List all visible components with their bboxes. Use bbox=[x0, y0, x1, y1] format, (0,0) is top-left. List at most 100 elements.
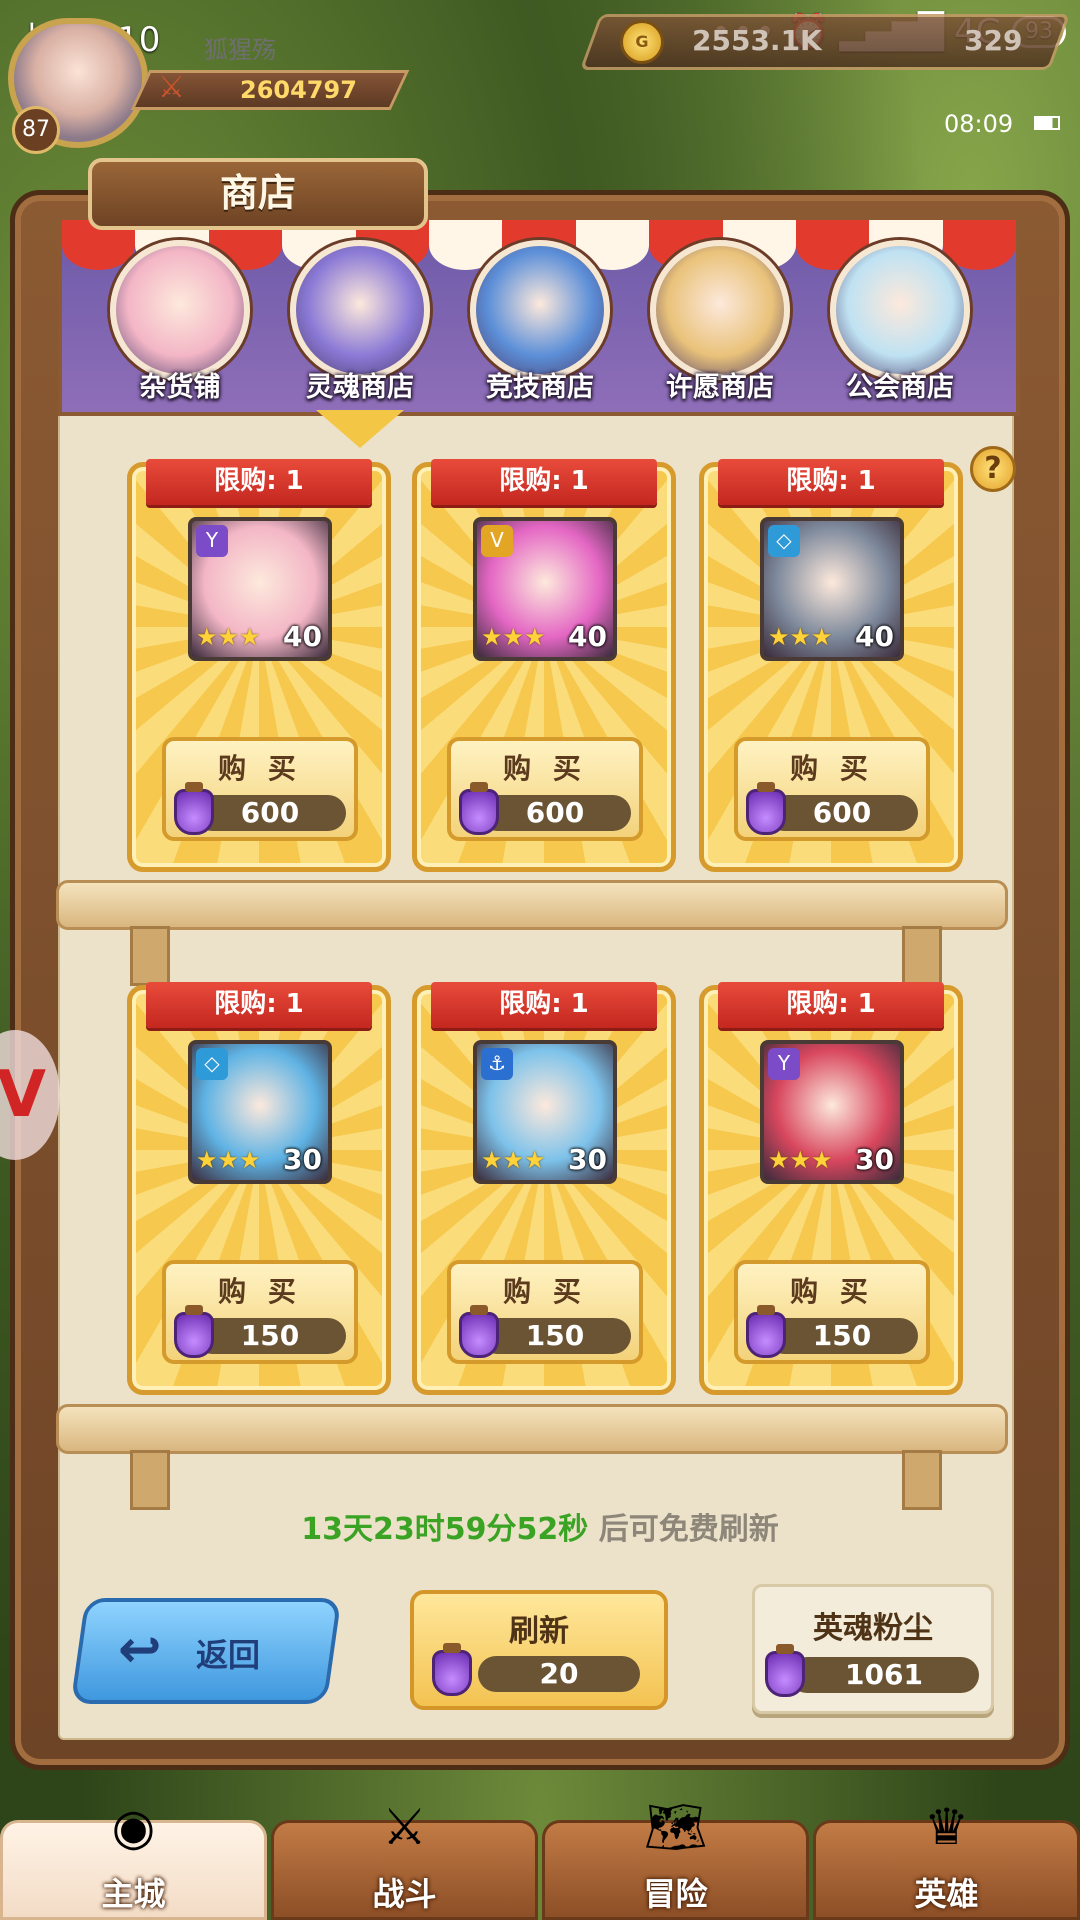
shop-tab-label: 杂货铺 bbox=[139, 372, 221, 403]
faction-icon: Y bbox=[196, 525, 228, 557]
game-clock: 08:09 bbox=[944, 110, 1014, 138]
shop-keeper-portrait bbox=[290, 240, 430, 380]
shop-title: 商店 bbox=[88, 158, 428, 230]
buy-button[interactable]: 购 买 150 bbox=[734, 1260, 930, 1364]
crossed-swords-icon: ⚔ bbox=[158, 70, 185, 105]
hero-portrait[interactable]: V ★★★ 40 bbox=[473, 517, 617, 661]
hero-portrait[interactable]: ⚓ ★★★ 30 bbox=[473, 1040, 617, 1184]
refresh-button[interactable]: 刷新 20 bbox=[410, 1590, 668, 1710]
hero-portrait[interactable]: ◇ ★★★ 40 bbox=[760, 517, 904, 661]
back-button-label: 返回 bbox=[196, 1636, 261, 1674]
nav-label: 冒险 bbox=[643, 1875, 708, 1913]
bottom-nav: ◉ 主城 ⚔ 战斗 🗺 冒险 ♛ 英雄 bbox=[0, 1798, 1080, 1920]
hero-level: 30 bbox=[283, 1143, 322, 1176]
buy-label: 购 买 bbox=[503, 1275, 587, 1308]
item-price: 600 bbox=[766, 795, 918, 831]
buy-button[interactable]: 购 买 600 bbox=[162, 737, 358, 841]
faction-icon: ⚓ bbox=[481, 1048, 513, 1080]
shop-item-card[interactable]: 限购: 1 ⚓ ★★★ 30 购 买 150 bbox=[412, 982, 676, 1395]
shelf-bracket bbox=[130, 926, 170, 986]
star-rating: ★★★ bbox=[768, 623, 833, 651]
nav-item[interactable]: 🗺 冒险 bbox=[542, 1798, 809, 1920]
castle-icon: ◉ bbox=[111, 1798, 156, 1856]
star-rating: ★★★ bbox=[481, 1146, 546, 1174]
shop-tab[interactable]: 许愿商店 bbox=[640, 240, 800, 410]
nav-label: 英雄 bbox=[914, 1875, 979, 1913]
hero-level: 40 bbox=[283, 620, 322, 653]
refresh-timer: 13天23时59分52秒 后可免费刷新 bbox=[0, 1504, 1080, 1548]
soul-dust-jar-icon bbox=[432, 1643, 472, 1696]
help-button[interactable]: ? bbox=[970, 446, 1016, 492]
player-bar: 87 狐猩殇 ⚔ 2604797 G 2553.1K 329 08:09 bbox=[0, 0, 1080, 160]
shop-item-card[interactable]: 限购: 1 Y ★★★ 40 购 买 600 bbox=[127, 459, 391, 872]
nav-item[interactable]: ◉ 主城 bbox=[0, 1798, 267, 1920]
shop-keeper-portrait bbox=[110, 240, 250, 380]
crossed-swords-icon: ⚔ bbox=[382, 1798, 427, 1856]
battery-icon bbox=[1034, 116, 1060, 130]
shop-tab[interactable]: 公会商店 bbox=[820, 240, 980, 410]
star-rating: ★★★ bbox=[196, 623, 261, 651]
shop-tab-label: 公会商店 bbox=[846, 372, 954, 403]
purchase-limit: 限购: 1 bbox=[431, 459, 657, 505]
hero-portrait[interactable]: ◇ ★★★ 30 bbox=[188, 1040, 332, 1184]
star-rating: ★★★ bbox=[481, 623, 546, 651]
star-rating: ★★★ bbox=[196, 1146, 261, 1174]
shop-item-card[interactable]: 限购: 1 V ★★★ 40 购 买 600 bbox=[412, 459, 676, 872]
buy-button[interactable]: 购 买 600 bbox=[734, 737, 930, 841]
star-rating: ★★★ bbox=[768, 1146, 833, 1174]
purchase-limit: 限购: 1 bbox=[146, 982, 372, 1028]
shop-item-card[interactable]: 限购: 1 ◇ ★★★ 40 购 买 600 bbox=[699, 459, 963, 872]
buy-button[interactable]: 购 买 150 bbox=[447, 1260, 643, 1364]
shelf-top bbox=[56, 880, 1008, 930]
combat-power: 2604797 bbox=[240, 76, 357, 104]
soul-dust-jar-icon bbox=[746, 1305, 786, 1358]
shop-keeper-portrait bbox=[470, 240, 610, 380]
hero-level: 40 bbox=[568, 620, 607, 653]
map-scroll-icon: 🗺 bbox=[643, 1798, 708, 1856]
buy-label: 购 买 bbox=[503, 752, 587, 785]
hero-portrait[interactable]: Y ★★★ 30 bbox=[760, 1040, 904, 1184]
shop-tabs: 杂货铺 灵魂商店 竞技商店 许愿商店 公会商店 bbox=[100, 240, 980, 410]
faction-icon: ◇ bbox=[768, 525, 800, 557]
shop-item-card[interactable]: 限购: 1 ◇ ★★★ 30 购 买 150 bbox=[127, 982, 391, 1395]
shop-tab-label: 竞技商店 bbox=[486, 372, 594, 403]
shelf-bracket bbox=[130, 1450, 170, 1510]
gold-coin-icon: G bbox=[620, 20, 664, 64]
item-price: 150 bbox=[766, 1318, 918, 1354]
hero-portrait[interactable]: Y ★★★ 40 bbox=[188, 517, 332, 661]
soul-dust-jar-icon bbox=[174, 782, 214, 835]
shop-keeper-portrait bbox=[650, 240, 790, 380]
item-price: 150 bbox=[194, 1318, 346, 1354]
hero-level: 40 bbox=[855, 620, 894, 653]
buy-button[interactable]: 购 买 150 bbox=[162, 1260, 358, 1364]
purchase-limit: 限购: 1 bbox=[718, 982, 944, 1028]
nav-label: 战斗 bbox=[372, 1875, 437, 1913]
shop-tab[interactable]: 杂货铺 bbox=[100, 240, 260, 410]
buy-label: 购 买 bbox=[218, 1275, 302, 1308]
nav-item[interactable]: ⚔ 战斗 bbox=[271, 1798, 538, 1920]
buy-label: 购 买 bbox=[218, 752, 302, 785]
item-price: 600 bbox=[479, 795, 631, 831]
soul-dust-amount: 1061 bbox=[789, 1657, 979, 1693]
back-arrow-icon: ↩ bbox=[118, 1620, 162, 1680]
hero-level: 30 bbox=[855, 1143, 894, 1176]
soul-dust-balance: 英魂粉尘 1061 bbox=[752, 1584, 994, 1714]
soul-dust-jar-icon bbox=[459, 1305, 499, 1358]
buy-button[interactable]: 购 买 600 bbox=[447, 737, 643, 841]
shop-tab[interactable]: 竞技商店 bbox=[460, 240, 620, 410]
shop-item-card[interactable]: 限购: 1 Y ★★★ 30 购 买 150 bbox=[699, 982, 963, 1395]
nav-item[interactable]: ♛ 英雄 bbox=[813, 1798, 1080, 1920]
purchase-limit: 限购: 1 bbox=[431, 982, 657, 1028]
gold-amount: 2553.1K bbox=[692, 24, 822, 57]
shop-tab[interactable]: 灵魂商店 bbox=[280, 240, 440, 410]
soul-dust-jar-icon bbox=[765, 1644, 805, 1697]
shop-tab-label: 许愿商店 bbox=[666, 372, 774, 403]
faction-icon: ◇ bbox=[196, 1048, 228, 1080]
gem-amount: 329 bbox=[964, 24, 1023, 57]
shop-keeper-portrait bbox=[830, 240, 970, 380]
refresh-price: 20 bbox=[478, 1656, 640, 1692]
faction-icon: Y bbox=[768, 1048, 800, 1080]
purchase-limit: 限购: 1 bbox=[146, 459, 372, 505]
shop-tab-label: 灵魂商店 bbox=[306, 372, 414, 403]
player-name: 狐猩殇 bbox=[204, 36, 276, 64]
